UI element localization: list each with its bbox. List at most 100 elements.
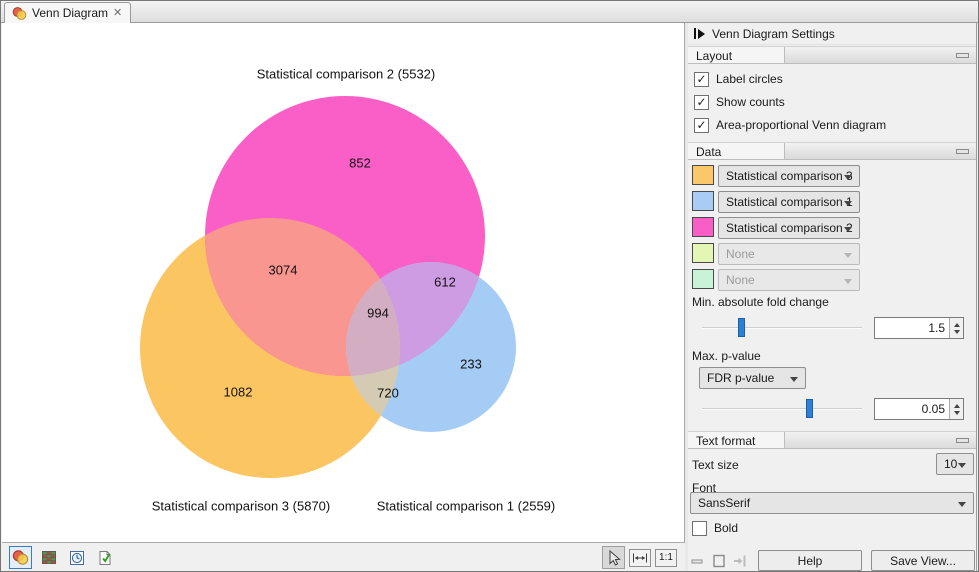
tab-title: Venn Diagram: [32, 6, 108, 20]
dataset-color-swatch-5: [692, 269, 714, 289]
tab-bar: Venn Diagram ✕: [1, 1, 978, 23]
fit-width-icon: [632, 553, 648, 563]
p-value-type-select[interactable]: FDR p-value: [699, 367, 806, 389]
dataset-select-5-value: None: [726, 273, 755, 287]
close-tab-icon[interactable]: ✕: [113, 8, 122, 19]
chevron-down-icon: [958, 463, 966, 468]
spinner-buttons[interactable]: [949, 318, 963, 338]
chevron-down-icon: [844, 279, 852, 284]
text-size-select[interactable]: 10: [936, 453, 974, 475]
settings-panel-title: Venn Diagram Settings: [712, 27, 835, 41]
dataset-color-swatch-2[interactable]: [692, 191, 714, 211]
table-view-button[interactable]: [37, 546, 60, 569]
chevron-down-icon: [958, 502, 966, 507]
font-select[interactable]: SansSerif: [690, 492, 974, 514]
max-p-value-spinner[interactable]: 0.05: [874, 398, 964, 420]
new-view-icon[interactable]: [712, 553, 726, 569]
history-clock-icon: [69, 550, 85, 566]
layout-section-header[interactable]: Layout: [688, 46, 976, 64]
dataset-select-4: None: [718, 243, 860, 265]
expander-icon: [694, 28, 705, 39]
spin-up-icon[interactable]: [954, 404, 960, 408]
count-comparison3-and-2: 3074: [269, 263, 298, 278]
table-view-icon: [41, 550, 57, 565]
dataset-color-swatch-3[interactable]: [692, 217, 714, 237]
max-p-value-value[interactable]: 0.05: [875, 402, 949, 416]
data-section-title: Data: [688, 143, 785, 159]
slider-thumb[interactable]: [806, 399, 813, 418]
text-format-section-header[interactable]: Text format: [688, 431, 976, 449]
layout-section-title: Layout: [688, 47, 785, 63]
option-bold[interactable]: Bold: [692, 519, 738, 537]
circle-label-comparison3: Statistical comparison 3 (5870): [152, 499, 330, 514]
data-section-header[interactable]: Data: [688, 142, 976, 160]
dataset-select-2[interactable]: Statistical comparison 1: [718, 191, 860, 213]
element-info-button[interactable]: [93, 546, 116, 569]
dataset-select-5: None: [718, 269, 860, 291]
area-proportional-checkbox[interactable]: ✓: [694, 118, 709, 133]
count-comparison2-and-1: 612: [434, 275, 456, 290]
chevron-down-icon: [844, 253, 852, 258]
dataset-select-4-value: None: [726, 247, 755, 261]
spin-down-icon[interactable]: [954, 411, 960, 415]
show-counts-checkbox[interactable]: ✓: [694, 95, 709, 110]
count-comparison3-only: 1082: [224, 385, 253, 400]
min-fold-change-slider[interactable]: [702, 317, 862, 339]
slider-track[interactable]: [702, 327, 862, 329]
count-comparison2-only: 852: [349, 156, 371, 171]
min-fold-change-spinner[interactable]: 1.5: [874, 317, 964, 339]
collapse-section-icon[interactable]: [956, 438, 969, 443]
settings-panel: Venn Diagram Settings Layout ✓ Label cir…: [688, 23, 977, 572]
chevron-down-icon: [790, 377, 798, 382]
count-comparison1-only: 233: [460, 357, 482, 372]
spin-up-icon[interactable]: [954, 323, 960, 327]
chevron-down-icon: [844, 227, 852, 232]
label-circles-checkbox[interactable]: ✓: [694, 72, 709, 87]
label-circles-label: Label circles: [716, 72, 783, 86]
dataset-select-2-value: Statistical comparison 1: [726, 195, 853, 209]
application-window: Venn Diagram ✕: [0, 0, 979, 572]
p-value-type-value: FDR p-value: [707, 371, 774, 385]
collapse-section-icon[interactable]: [956, 149, 969, 154]
min-fold-change-value[interactable]: 1.5: [875, 321, 949, 335]
venn-diagram-icon: [12, 7, 27, 20]
pan-select-tool-button[interactable]: [602, 546, 625, 569]
help-button[interactable]: Help: [758, 550, 862, 571]
option-label-circles[interactable]: ✓ Label circles: [694, 70, 783, 88]
slider-track[interactable]: [702, 408, 862, 410]
fit-width-button[interactable]: [629, 549, 651, 567]
dataset-color-swatch-4: [692, 243, 714, 263]
font-value: SansSerif: [698, 496, 750, 510]
save-view-button[interactable]: Save View...: [871, 550, 975, 571]
count-comparison3-and-1: 720: [377, 386, 399, 401]
tab-venn-diagram[interactable]: Venn Diagram ✕: [4, 2, 131, 23]
venn-view-icon: [12, 550, 29, 565]
bold-checkbox[interactable]: [692, 521, 707, 536]
min-fold-change-label: Min. absolute fold change: [692, 295, 829, 309]
venn-diagram-canvas: Statistical comparison 2 (5532) 852 3074…: [2, 23, 685, 542]
circle-label-comparison1: Statistical comparison 1 (2559): [377, 499, 555, 514]
max-p-value-label: Max. p-value: [692, 349, 761, 363]
collapse-section-icon[interactable]: [956, 53, 969, 58]
zoom-100-button[interactable]: 1:1: [655, 549, 677, 567]
panel-footer-icons: [691, 553, 747, 569]
dataset-select-1[interactable]: Statistical comparison 3: [718, 165, 860, 187]
venn-view-button[interactable]: [9, 546, 32, 569]
count-all-three: 994: [367, 306, 389, 321]
dataset-color-swatch-1[interactable]: [692, 165, 714, 185]
history-view-button[interactable]: [65, 546, 88, 569]
area-proportional-label: Area-proportional Venn diagram: [716, 118, 886, 132]
max-p-value-slider[interactable]: [702, 398, 862, 420]
spin-down-icon[interactable]: [954, 330, 960, 334]
chevron-down-icon: [844, 201, 852, 206]
spinner-buttons[interactable]: [949, 399, 963, 419]
collapse-panel-icon[interactable]: [691, 553, 705, 569]
settings-panel-header[interactable]: Venn Diagram Settings: [688, 23, 976, 45]
cursor-icon: [607, 550, 621, 566]
slider-thumb[interactable]: [738, 318, 745, 337]
view-status-bar: 1:1: [2, 542, 685, 572]
option-area-proportional[interactable]: ✓ Area-proportional Venn diagram: [694, 116, 886, 134]
element-info-icon: [97, 550, 113, 566]
dataset-select-3[interactable]: Statistical comparison 2: [718, 217, 860, 239]
option-show-counts[interactable]: ✓ Show counts: [694, 93, 785, 111]
